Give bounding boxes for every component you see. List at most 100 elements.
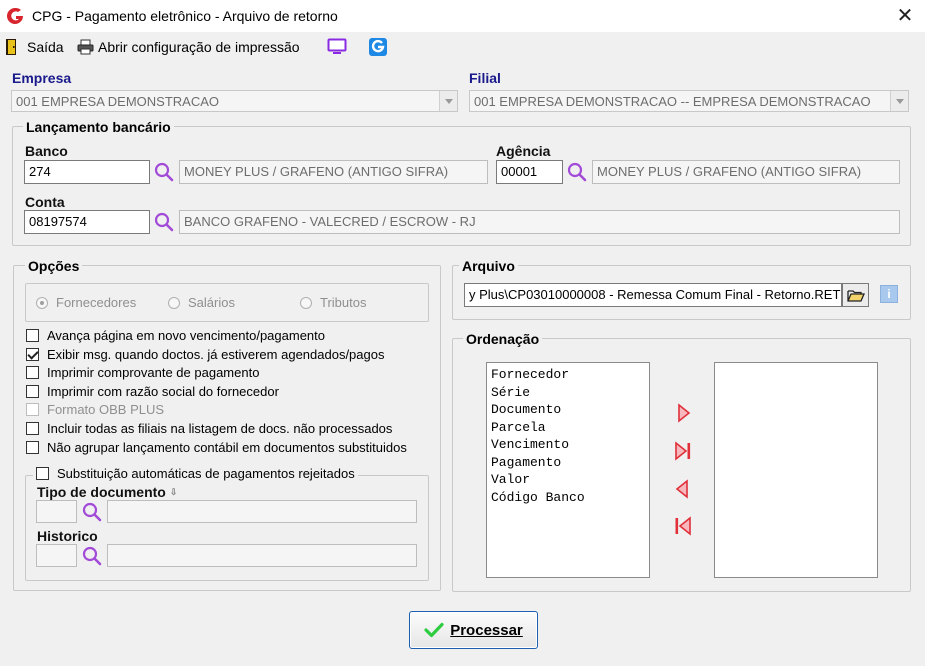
radio-indicator [36, 296, 48, 309]
move-right-icon[interactable] [671, 401, 695, 425]
print-config-label: Abrir configuração de impressão [98, 39, 300, 55]
option-label: Exibir msg. quando doctos. já estiverem … [47, 346, 385, 362]
radio-salarios-label: Salários [188, 295, 235, 310]
list-item[interactable]: Série [487, 384, 649, 402]
agencia-desc-field: MONEY PLUS / GRAFENO (ANTIGO SIFRA) [592, 160, 900, 184]
grafeno-logo-icon [369, 38, 387, 56]
radio-tributos[interactable]: Tributos [300, 295, 366, 310]
browse-file-button[interactable] [842, 283, 869, 307]
checkmark-icon [424, 622, 444, 638]
option-avanca-pagina[interactable]: Avança página em novo vencimento/pagamen… [26, 326, 325, 344]
option-label: Imprimir comprovante de pagamento [47, 364, 260, 380]
banco-search-icon[interactable] [153, 161, 175, 183]
empresa-value: 001 EMPRESA DEMONSTRACAO [16, 94, 219, 109]
close-button[interactable]: ✕ [888, 2, 922, 30]
exit-door-icon [6, 39, 16, 55]
option-incluir-filiais[interactable]: Incluir todas as filiais na listagem de … [26, 419, 392, 437]
option-exibir-msg[interactable]: Exibir msg. quando doctos. já estiverem … [26, 345, 384, 363]
radio-fornecedores-label: Fornecedores [56, 295, 137, 310]
filial-label: Filial [469, 70, 501, 86]
checkbox [26, 384, 39, 398]
list-item[interactable]: Pagamento [487, 454, 649, 472]
print-config-button[interactable]: Abrir configuração de impressão [77, 36, 300, 58]
arquivo-title: Arquivo [459, 258, 518, 274]
checkbox [36, 467, 49, 480]
list-item[interactable]: Fornecedor [487, 366, 649, 384]
checkbox [26, 328, 39, 342]
printer-icon [77, 39, 94, 55]
substituicao-toggle[interactable]: Substituição automáticas de pagamentos r… [33, 466, 358, 481]
exit-button[interactable]: Saída [5, 36, 64, 58]
empresa-select[interactable]: 001 EMPRESA DEMONSTRACAO [11, 90, 458, 112]
empresa-label: Empresa [12, 70, 72, 86]
agencia-search-icon[interactable] [566, 161, 588, 183]
checkbox-checked [26, 347, 39, 361]
radio-indicator [168, 296, 180, 309]
agencia-code-input[interactable]: 00001 [496, 160, 563, 184]
checkbox-disabled [26, 402, 39, 416]
arquivo-path-input[interactable]: y Plus\CP03010000008 - Remessa Comum Fin… [464, 283, 842, 307]
checkbox [26, 421, 39, 435]
exit-label: Saída [27, 39, 64, 55]
move-all-right-icon[interactable] [671, 439, 695, 463]
conta-desc-field: BANCO GRAFENO - VALECRED / ESCROW - RJ [179, 210, 900, 234]
substituicao-label: Substituição automáticas de pagamentos r… [57, 466, 355, 481]
conta-code-input[interactable]: 08197574 [24, 210, 150, 234]
chevron-down-icon [890, 91, 908, 111]
list-item[interactable]: Vencimento [487, 436, 649, 454]
historico-code-input [36, 544, 77, 567]
checkbox [26, 440, 39, 454]
checkbox [26, 365, 39, 379]
radio-indicator [300, 296, 312, 309]
filial-select[interactable]: 001 EMPRESA DEMONSTRACAO -- EMPRESA DEMO… [469, 90, 909, 112]
app-logo-icon [7, 7, 23, 24]
historico-search-icon[interactable] [81, 545, 103, 567]
info-icon[interactable]: i [880, 285, 898, 303]
banco-label: Banco [25, 143, 68, 159]
radio-fornecedores[interactable]: Fornecedores [36, 295, 136, 310]
option-razao-social[interactable]: Imprimir com razão social do fornecedor [26, 382, 279, 400]
chevron-down-icon [439, 91, 457, 111]
tipo-doc-label: Tipo de documento [37, 484, 166, 500]
conta-search-icon[interactable] [153, 211, 175, 233]
move-all-left-icon[interactable] [671, 514, 695, 538]
tipo-doc-label-row: Tipo de documento ⇩ [37, 484, 177, 500]
window-title: CPG - Pagamento eletrônico - Arquivo de … [32, 8, 338, 24]
list-item[interactable]: Valor [487, 471, 649, 489]
option-nao-agrupar[interactable]: Não agrupar lançamento contábil em docum… [26, 438, 407, 456]
list-item[interactable]: Código Banco [487, 489, 649, 507]
opcoes-title: Opções [25, 258, 83, 274]
historico-desc-field [107, 544, 417, 567]
monitor-button[interactable] [327, 36, 347, 58]
lancamento-title: Lançamento bancário [23, 119, 174, 135]
filial-value: 001 EMPRESA DEMONSTRACAO -- EMPRESA DEMO… [474, 94, 871, 109]
tipo-doc-code-input [36, 500, 77, 523]
required-marker-icon: ⇩ [169, 486, 178, 497]
available-fields-list[interactable]: Fornecedor Série Documento Parcela Venci… [486, 362, 650, 578]
selected-fields-list[interactable] [714, 362, 878, 578]
historico-label: Historico [37, 528, 98, 544]
toolbar: Saída Abrir configuração de impressão [0, 32, 925, 60]
option-label: Incluir todas as filiais na listagem de … [47, 420, 393, 436]
process-button[interactable]: Processar [409, 611, 538, 649]
conta-label: Conta [25, 194, 65, 210]
tipo-doc-desc-field [107, 500, 417, 523]
option-label: Imprimir com razão social do fornecedor [47, 383, 279, 399]
folder-open-icon [846, 289, 865, 302]
move-left-icon[interactable] [671, 477, 695, 501]
radio-tributos-label: Tributos [320, 295, 367, 310]
option-label: Avança página em novo vencimento/pagamen… [47, 327, 326, 343]
ordenacao-title: Ordenação [463, 331, 543, 347]
banco-desc-field: MONEY PLUS / GRAFENO (ANTIGO SIFRA) [179, 160, 488, 184]
list-item[interactable]: Documento [487, 401, 649, 419]
option-label: Formato OBB PLUS [47, 401, 165, 417]
tipo-doc-search-icon[interactable] [81, 501, 103, 523]
option-label: Não agrupar lançamento contábil em docum… [47, 439, 407, 455]
radio-salarios[interactable]: Salários [168, 295, 235, 310]
option-imprimir-comprovante[interactable]: Imprimir comprovante de pagamento [26, 363, 259, 381]
agencia-label: Agência [496, 143, 551, 159]
monitor-icon [327, 38, 347, 54]
grafeno-button[interactable] [369, 36, 387, 58]
list-item[interactable]: Parcela [487, 419, 649, 437]
banco-code-input[interactable]: 274 [24, 160, 150, 184]
